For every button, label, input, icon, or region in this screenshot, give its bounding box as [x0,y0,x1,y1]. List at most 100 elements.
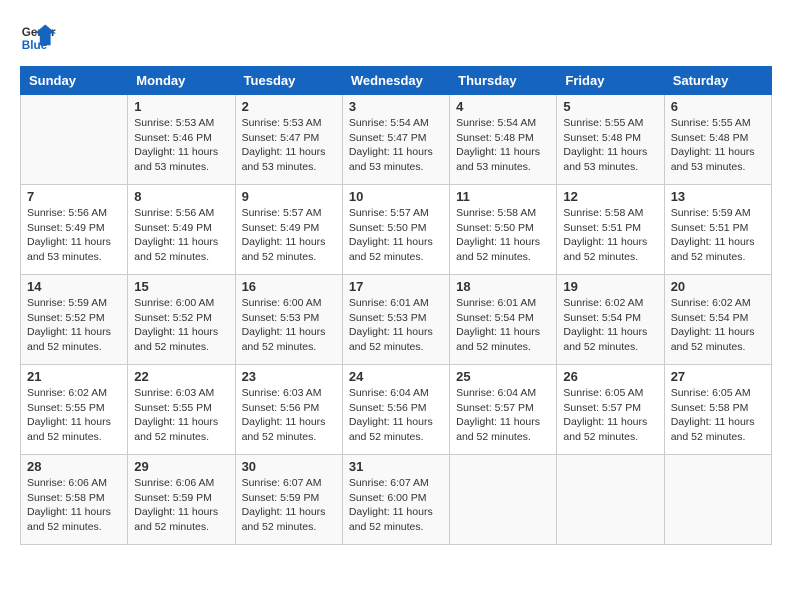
day-info: Sunrise: 5:56 AM Sunset: 5:49 PM Dayligh… [134,206,228,265]
calendar-cell: 19Sunrise: 6:02 AM Sunset: 5:54 PM Dayli… [557,275,664,365]
header-wednesday: Wednesday [342,67,449,95]
calendar-cell: 12 Sunrise: 5:58 AM Sunset: 5:51 PM Dayli… [557,185,664,275]
calendar-cell: 16Sunrise: 6:00 AM Sunset: 5:53 PM Dayli… [235,275,342,365]
day-info: Sunrise: 6:01 AM Sunset: 5:53 PM Dayligh… [349,296,443,355]
calendar-cell: 3 Sunrise: 5:54 AM Sunset: 5:47 PM Daylig… [342,95,449,185]
day-info: Sunrise: 6:00 AM Sunset: 5:52 PM Dayligh… [134,296,228,355]
day-number: 8 [134,189,228,204]
calendar-cell: 27 Sunrise: 6:05 AM Sunset: 5:58 PM Dayli… [664,365,771,455]
calendar-cell: 14 Sunrise: 5:59 AM Sunset: 5:52 PM Dayli… [21,275,128,365]
calendar-cell: 7 Sunrise: 5:56 AM Sunset: 5:49 PM Daylig… [21,185,128,275]
day-info: Sunrise: 6:03 AM Sunset: 5:56 PM Dayligh… [242,386,336,445]
logo-icon: General Blue [20,20,56,56]
logo: General Blue [20,20,56,56]
day-info: Sunrise: 6:02 AM Sunset: 5:55 PM Dayligh… [27,386,121,445]
day-number: 12 [563,189,657,204]
day-number: 14 [27,279,121,294]
calendar-cell: 30 Sunrise: 6:07 AM Sunset: 5:59 PM Dayli… [235,455,342,545]
day-number: 25 [456,369,550,384]
calendar-table: SundayMondayTuesdayWednesdayThursdayFrid… [20,66,772,545]
day-info: Sunrise: 5:58 AM Sunset: 5:51 PM Dayligh… [563,206,657,265]
calendar-cell: 15 Sunrise: 6:00 AM Sunset: 5:52 PM Dayli… [128,275,235,365]
calendar-cell: 9 Sunrise: 5:57 AM Sunset: 5:49 PM Daylig… [235,185,342,275]
day-info: Sunrise: 5:57 AM Sunset: 5:50 PM Dayligh… [349,206,443,265]
calendar-cell: 25 Sunrise: 6:04 AM Sunset: 5:57 PM Dayli… [450,365,557,455]
calendar-cell: 1Sunrise: 5:53 AM Sunset: 5:46 PM Daylig… [128,95,235,185]
day-info: Sunrise: 6:05 AM Sunset: 5:58 PM Dayligh… [671,386,765,445]
day-info: Sunrise: 6:04 AM Sunset: 5:57 PM Dayligh… [456,386,550,445]
day-number: 18 [456,279,550,294]
day-number: 3 [349,99,443,114]
day-info: Sunrise: 5:57 AM Sunset: 5:49 PM Dayligh… [242,206,336,265]
day-info: Sunrise: 5:55 AM Sunset: 5:48 PM Dayligh… [563,116,657,175]
day-number: 19 [563,279,657,294]
calendar-cell: 17 Sunrise: 6:01 AM Sunset: 5:53 PM Dayli… [342,275,449,365]
day-number: 21 [27,369,121,384]
day-number: 31 [349,459,443,474]
calendar-cell: 29Sunrise: 6:06 AM Sunset: 5:59 PM Dayli… [128,455,235,545]
calendar-cell: 26Sunrise: 6:05 AM Sunset: 5:57 PM Dayli… [557,365,664,455]
calendar-cell: 6 Sunrise: 5:55 AM Sunset: 5:48 PM Daylig… [664,95,771,185]
calendar-week-row: 1Sunrise: 5:53 AM Sunset: 5:46 PM Daylig… [21,95,772,185]
day-number: 11 [456,189,550,204]
day-info: Sunrise: 5:54 AM Sunset: 5:47 PM Dayligh… [349,116,443,175]
day-number: 7 [27,189,121,204]
day-number: 23 [242,369,336,384]
day-number: 29 [134,459,228,474]
day-info: Sunrise: 5:58 AM Sunset: 5:50 PM Dayligh… [456,206,550,265]
day-number: 20 [671,279,765,294]
calendar-cell: 2 Sunrise: 5:53 AM Sunset: 5:47 PM Daylig… [235,95,342,185]
day-number: 5 [563,99,657,114]
day-number: 6 [671,99,765,114]
day-info: Sunrise: 6:04 AM Sunset: 5:56 PM Dayligh… [349,386,443,445]
day-info: Sunrise: 6:02 AM Sunset: 5:54 PM Dayligh… [671,296,765,355]
day-info: Sunrise: 6:05 AM Sunset: 5:57 PM Dayligh… [563,386,657,445]
calendar-cell [664,455,771,545]
calendar-cell [557,455,664,545]
calendar-cell: 11 Sunrise: 5:58 AM Sunset: 5:50 PM Dayli… [450,185,557,275]
day-number: 4 [456,99,550,114]
calendar-header-row: SundayMondayTuesdayWednesdayThursdayFrid… [21,67,772,95]
calendar-cell [450,455,557,545]
calendar-week-row: 28 Sunrise: 6:06 AM Sunset: 5:58 PM Dayli… [21,455,772,545]
calendar-cell: 20 Sunrise: 6:02 AM Sunset: 5:54 PM Dayli… [664,275,771,365]
calendar-cell: 22Sunrise: 6:03 AM Sunset: 5:55 PM Dayli… [128,365,235,455]
day-info: Sunrise: 6:07 AM Sunset: 5:59 PM Dayligh… [242,476,336,535]
day-number: 17 [349,279,443,294]
day-info: Sunrise: 5:55 AM Sunset: 5:48 PM Dayligh… [671,116,765,175]
calendar-cell: 23 Sunrise: 6:03 AM Sunset: 5:56 PM Dayli… [235,365,342,455]
day-info: Sunrise: 5:54 AM Sunset: 5:48 PM Dayligh… [456,116,550,175]
calendar-cell: 8 Sunrise: 5:56 AM Sunset: 5:49 PM Daylig… [128,185,235,275]
calendar-cell: 24 Sunrise: 6:04 AM Sunset: 5:56 PM Dayli… [342,365,449,455]
page-header: General Blue [20,20,772,56]
day-number: 28 [27,459,121,474]
header-thursday: Thursday [450,67,557,95]
calendar-week-row: 14 Sunrise: 5:59 AM Sunset: 5:52 PM Dayli… [21,275,772,365]
calendar-cell: 4 Sunrise: 5:54 AM Sunset: 5:48 PM Daylig… [450,95,557,185]
header-tuesday: Tuesday [235,67,342,95]
header-sunday: Sunday [21,67,128,95]
calendar-cell: 18 Sunrise: 6:01 AM Sunset: 5:54 PM Dayli… [450,275,557,365]
calendar-cell: 21 Sunrise: 6:02 AM Sunset: 5:55 PM Dayli… [21,365,128,455]
day-info: Sunrise: 6:01 AM Sunset: 5:54 PM Dayligh… [456,296,550,355]
calendar-cell: 13Sunrise: 5:59 AM Sunset: 5:51 PM Dayli… [664,185,771,275]
day-info: Sunrise: 5:53 AM Sunset: 5:47 PM Dayligh… [242,116,336,175]
calendar-week-row: 7 Sunrise: 5:56 AM Sunset: 5:49 PM Daylig… [21,185,772,275]
day-info: Sunrise: 5:53 AM Sunset: 5:46 PM Dayligh… [134,116,228,175]
day-number: 2 [242,99,336,114]
day-number: 15 [134,279,228,294]
calendar-week-row: 21 Sunrise: 6:02 AM Sunset: 5:55 PM Dayli… [21,365,772,455]
day-info: Sunrise: 5:56 AM Sunset: 5:49 PM Dayligh… [27,206,121,265]
day-number: 24 [349,369,443,384]
calendar-cell: 31 Sunrise: 6:07 AM Sunset: 6:00 PM Dayli… [342,455,449,545]
header-friday: Friday [557,67,664,95]
day-number: 9 [242,189,336,204]
day-number: 27 [671,369,765,384]
day-info: Sunrise: 6:03 AM Sunset: 5:55 PM Dayligh… [134,386,228,445]
day-info: Sunrise: 5:59 AM Sunset: 5:52 PM Dayligh… [27,296,121,355]
day-info: Sunrise: 5:59 AM Sunset: 5:51 PM Dayligh… [671,206,765,265]
day-info: Sunrise: 6:06 AM Sunset: 5:58 PM Dayligh… [27,476,121,535]
calendar-cell [21,95,128,185]
day-number: 30 [242,459,336,474]
day-info: Sunrise: 6:07 AM Sunset: 6:00 PM Dayligh… [349,476,443,535]
